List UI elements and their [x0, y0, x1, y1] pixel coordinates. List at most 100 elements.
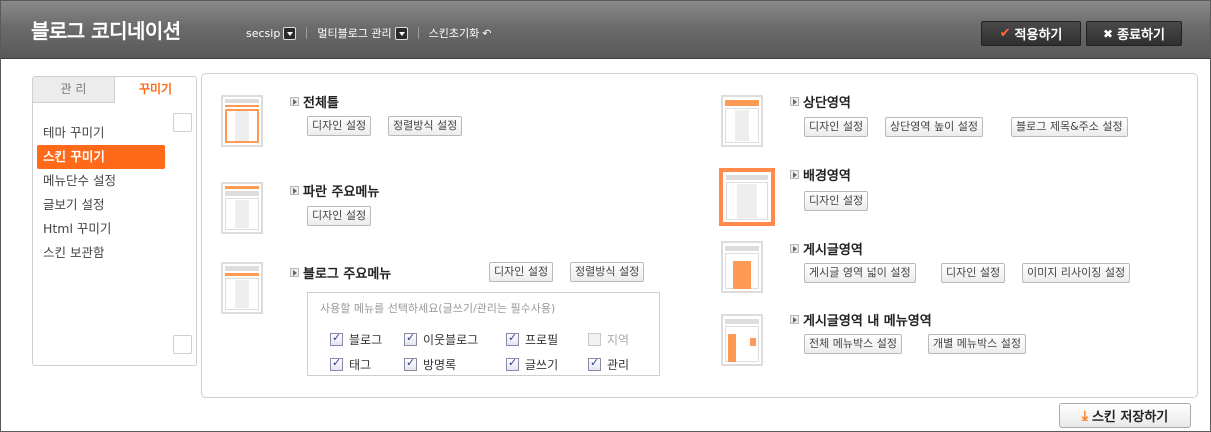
checkbox-label: 프로필	[525, 333, 559, 347]
top-bar: 블로그 코디네이션 secsip 멀티블로그 관리 스킨초기화 ↶ ✔ 적용하기…	[1, 1, 1210, 59]
apply-button[interactable]: ✔ 적용하기	[981, 21, 1081, 46]
checkbox-box	[588, 333, 601, 346]
section-title-text: 게시글영역 내 메뉴영역	[803, 314, 932, 329]
multiblog-label: 멀티블로그 관리	[317, 27, 392, 40]
individual-menubox-settings-button[interactable]: 개별 메뉴박스 설정	[928, 334, 1026, 354]
checkbox-box[interactable]	[330, 356, 343, 371]
divider	[306, 27, 308, 39]
top-area-thumbnail[interactable]	[721, 95, 763, 147]
whole-frame-thumbnail[interactable]	[221, 95, 263, 147]
bullet-icon	[790, 315, 799, 324]
top-nav: secsip 멀티블로그 관리 스킨초기화 ↶	[246, 25, 492, 41]
bullet-icon	[290, 268, 299, 277]
menu-item-post-view[interactable]: 글보기 설정	[37, 193, 165, 217]
tab-manage[interactable]: 관 리	[33, 77, 115, 103]
section-title-text: 게시글영역	[803, 243, 863, 258]
post-area-title: 게시글영역	[790, 239, 863, 258]
menu-item-theme[interactable]: 테마 꾸미기	[37, 121, 165, 145]
checkbox-box[interactable]	[506, 356, 519, 371]
menu-item-html[interactable]: Html 꾸미기	[37, 217, 165, 241]
checkbox-label: 태그	[349, 358, 372, 372]
check-icon: ✔	[999, 26, 1011, 41]
all-menubox-settings-button[interactable]: 전체 메뉴박스 설정	[804, 334, 902, 354]
checkbox-tag[interactable]: 태그	[330, 356, 371, 373]
apply-label: 적용하기	[1014, 28, 1063, 43]
dropdown-arrow-icon[interactable]	[283, 26, 297, 40]
divider	[417, 27, 419, 39]
checkbox-label: 글쓰기	[525, 358, 559, 372]
bullet-icon	[790, 170, 799, 179]
left-tabs: 관 리 꾸미기	[33, 77, 196, 103]
save-skin-button[interactable]: ⤓ 스킨 저장하기	[1059, 403, 1191, 428]
skin-reset-label: 스킨초기화	[428, 27, 480, 40]
section-title-text: 파란 주요메뉴	[303, 185, 380, 200]
section-title-text: 전체틀	[303, 96, 339, 111]
checkbox-box[interactable]	[506, 331, 519, 346]
blog-menu-title: 블로그 주요메뉴	[290, 263, 391, 282]
bullet-icon	[790, 244, 799, 253]
menu-select-box: 사용할 메뉴를 선택하세요(글쓰기/관리는 필수사용) 블로그 이웃블로그 프로…	[307, 292, 660, 376]
section-title-text: 블로그 주요메뉴	[303, 267, 392, 282]
menu-item-skin-storage[interactable]: 스킨 보관함	[37, 241, 165, 265]
checkbox-guestbook[interactable]: 방명록	[404, 356, 456, 373]
top-area-title-address-button[interactable]: 블로그 제목&주소 설정	[1011, 117, 1128, 137]
skin-reset-link[interactable]: 스킨초기화 ↶	[429, 25, 492, 41]
checkbox-box[interactable]	[588, 356, 601, 371]
checkbox-label: 방명록	[423, 358, 457, 372]
background-design-button[interactable]: 디자인 설정	[804, 191, 869, 211]
window: 블로그 코디네이션 secsip 멀티블로그 관리 스킨초기화 ↶ ✔ 적용하기…	[0, 0, 1211, 432]
menu-item-skin[interactable]: 스킨 꾸미기	[37, 145, 165, 169]
download-icon: ⤓	[1081, 407, 1088, 424]
top-area-height-button[interactable]: 상단영역 높이 설정	[885, 117, 983, 137]
multiblog-menu[interactable]: 멀티블로그 관리	[317, 25, 408, 41]
blue-menu-design-button[interactable]: 디자인 설정	[307, 206, 372, 226]
post-area-image-resize-button[interactable]: 이미지 리사이징 설정	[1022, 263, 1131, 283]
exit-label: 종료하기	[1117, 28, 1165, 43]
checkbox-box[interactable]	[330, 331, 343, 346]
checkbox-label: 블로그	[349, 333, 383, 347]
whole-frame-title: 전체틀	[290, 92, 339, 111]
menu-select-hint: 사용할 메뉴를 선택하세요(글쓰기/관리는 필수사용)	[320, 302, 556, 315]
post-area-design-button[interactable]: 디자인 설정	[941, 263, 1006, 283]
blog-menu-design-button[interactable]: 디자인 설정	[489, 262, 554, 282]
post-menu-area-thumbnail[interactable]	[721, 314, 763, 366]
panel-toggle[interactable]	[173, 335, 192, 354]
panel-toggle[interactable]	[173, 113, 192, 132]
left-panel: 관 리 꾸미기 테마 꾸미기 스킨 꾸미기 메뉴단수 설정 글보기 설정 Htm…	[32, 76, 197, 366]
checkbox-label: 지역	[607, 333, 630, 347]
left-menu: 테마 꾸미기 스킨 꾸미기 메뉴단수 설정 글보기 설정 Html 꾸미기 스킨…	[37, 121, 165, 265]
top-area-design-button[interactable]: 디자인 설정	[804, 117, 869, 137]
blue-menu-thumbnail[interactable]	[221, 182, 263, 234]
background-title: 배경영역	[790, 165, 851, 184]
blog-menu-align-button[interactable]: 정렬방식 설정	[570, 262, 645, 282]
menu-item-menu-columns[interactable]: 메뉴단수 설정	[37, 169, 165, 193]
checkbox-neighbor-blog[interactable]: 이웃블로그	[404, 331, 478, 348]
blog-select[interactable]: secsip	[246, 26, 297, 40]
save-skin-label: 스킨 저장하기	[1091, 410, 1169, 425]
checkbox-label: 관리	[607, 358, 630, 372]
checkbox-write[interactable]: 글쓰기	[506, 356, 558, 373]
checkbox-region: 지역	[588, 331, 629, 348]
checkbox-blog[interactable]: 블로그	[330, 331, 382, 348]
whole-frame-design-button[interactable]: 디자인 설정	[307, 116, 372, 136]
section-title-text: 배경영역	[803, 169, 851, 184]
dropdown-arrow-icon[interactable]	[394, 26, 408, 40]
section-title-text: 상단영역	[803, 96, 851, 111]
whole-frame-align-button[interactable]: 정렬방식 설정	[388, 116, 463, 136]
checkbox-label: 이웃블로그	[423, 333, 479, 347]
close-icon: ✖	[1103, 26, 1114, 41]
tab-decorate[interactable]: 꾸미기	[115, 77, 196, 103]
background-thumbnail[interactable]	[719, 168, 775, 226]
bullet-icon	[290, 186, 299, 195]
checkbox-admin[interactable]: 관리	[588, 356, 629, 373]
checkbox-box[interactable]	[404, 331, 417, 346]
checkbox-profile[interactable]: 프로필	[506, 331, 558, 348]
exit-button[interactable]: ✖ 종료하기	[1086, 21, 1182, 46]
post-area-thumbnail[interactable]	[721, 241, 763, 293]
post-area-width-button[interactable]: 게시글 영역 넓이 설정	[804, 263, 916, 283]
reset-icon: ↶	[482, 26, 492, 40]
blog-menu-thumbnail[interactable]	[221, 262, 263, 314]
app-title: 블로그 코디네이션	[31, 19, 181, 43]
blue-menu-title: 파란 주요메뉴	[290, 181, 379, 200]
checkbox-box[interactable]	[404, 356, 417, 371]
